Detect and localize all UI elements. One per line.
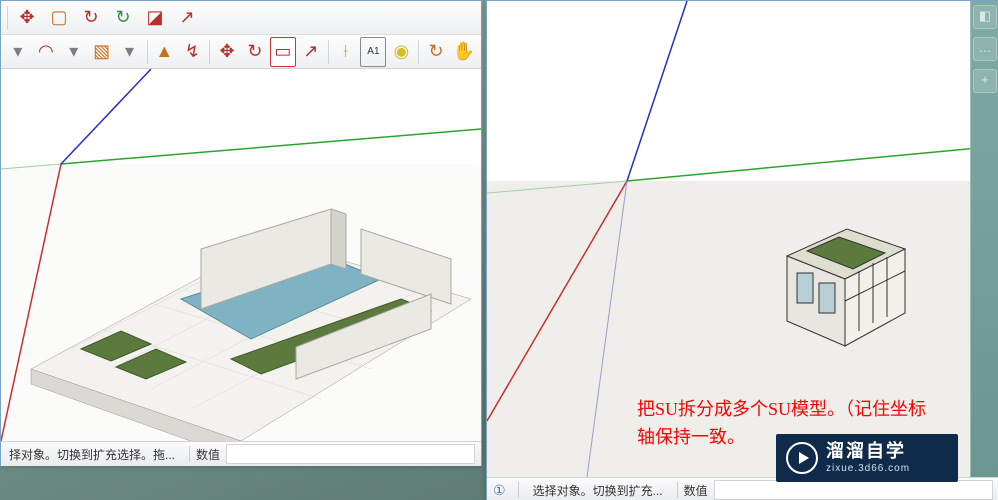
arrow-icon[interactable]: ↗ [172,3,202,33]
rotate-tool-icon[interactable]: ↻ [242,37,268,67]
watermark-url: zixue.3d66.com [826,463,910,475]
status-hint: 择对象。切换到扩充选择。拖... [1,446,183,463]
toolbar-separator [328,40,329,64]
status-separator [518,482,519,498]
rect-red-icon[interactable]: ◪ [140,3,170,33]
rotate-red-icon[interactable]: ↻ [76,3,106,33]
protractor-icon[interactable]: ◉ [388,37,414,67]
value-input[interactable] [714,480,993,500]
help-icon[interactable]: ① [487,482,512,499]
orbit-icon[interactable]: ↻ [423,37,449,67]
offset-tool-icon[interactable]: ↗ [298,37,324,67]
tape-measure-icon[interactable]: ⟊ [333,37,359,67]
value-label: 数值 [684,482,708,499]
watermark-title: 溜溜自学 [826,441,910,463]
play-icon [786,442,818,474]
sketchup-window-left: ✥ ▢ ↻ ↻ ◪ ↗ ▾ ◠ ▾ ▧ ▾ ▲ ↯ ✥ ↻ ▭ ↗ ⟊ A1 ◉ [0,0,482,466]
text-tool-icon[interactable]: A1 [360,37,386,67]
value-label: 数值 [196,446,220,463]
dropdown-icon[interactable]: ▾ [117,37,143,67]
rotate-green-icon[interactable]: ↻ [108,3,138,33]
status-separator [189,446,190,462]
statusbar-left: 择对象。切换到扩充选择。拖... 数值 [1,441,481,466]
scene-right [487,1,998,477]
value-input[interactable] [226,444,475,464]
eraser-icon[interactable]: ↯ [179,37,205,67]
tray-tab-icon[interactable]: + [973,69,997,93]
toolbar-separator [209,40,210,64]
tray-tab-icon[interactable]: ◧ [973,5,997,29]
scene-left [1,69,481,441]
move-tool-icon[interactable]: ✥ [12,3,42,33]
arc-tool-icon[interactable]: ◠ [33,37,59,67]
status-hint: 选择对象。切换到扩充... [525,482,671,499]
status-separator [677,482,678,498]
tray-tab-icon[interactable]: … [973,37,997,61]
toolbar-separator [418,40,419,64]
dropdown-icon[interactable]: ▾ [61,37,87,67]
viewport-left[interactable] [1,69,481,441]
watermark-badge: 溜溜自学 zixue.3d66.com [776,434,958,482]
toolbar-left-row2: ▾ ◠ ▾ ▧ ▾ ▲ ↯ ✥ ↻ ▭ ↗ ⟊ A1 ◉ ↻ ✋ [1,35,481,69]
toolbar-separator [7,6,8,30]
viewport-right[interactable]: 把SU拆分成多个SU模型。（记住坐标 轴保持一致。 ◧ … + [487,1,998,477]
scale-tool-icon[interactable]: ▭ [270,37,296,67]
move-tool-icon[interactable]: ✥ [214,37,240,67]
dropdown-icon[interactable]: ▾ [5,37,31,67]
sketchup-window-right: 把SU拆分成多个SU模型。（记住坐标 轴保持一致。 ◧ … + ① 选择对象。切… [486,0,998,500]
tray-strip: ◧ … + [970,1,998,477]
paint-bucket-icon[interactable]: ▲ [151,37,177,67]
rectangle-tool-icon[interactable]: ▢ [44,3,74,33]
shape-tool-icon[interactable]: ▧ [89,37,115,67]
pan-hand-icon[interactable]: ✋ [451,37,477,67]
toolbar-left-row1: ✥ ▢ ↻ ↻ ◪ ↗ [1,1,481,35]
toolbar-separator [147,40,148,64]
desktop: ✥ ▢ ↻ ↻ ◪ ↗ ▾ ◠ ▾ ▧ ▾ ▲ ↯ ✥ ↻ ▭ ↗ ⟊ A1 ◉ [0,0,998,500]
